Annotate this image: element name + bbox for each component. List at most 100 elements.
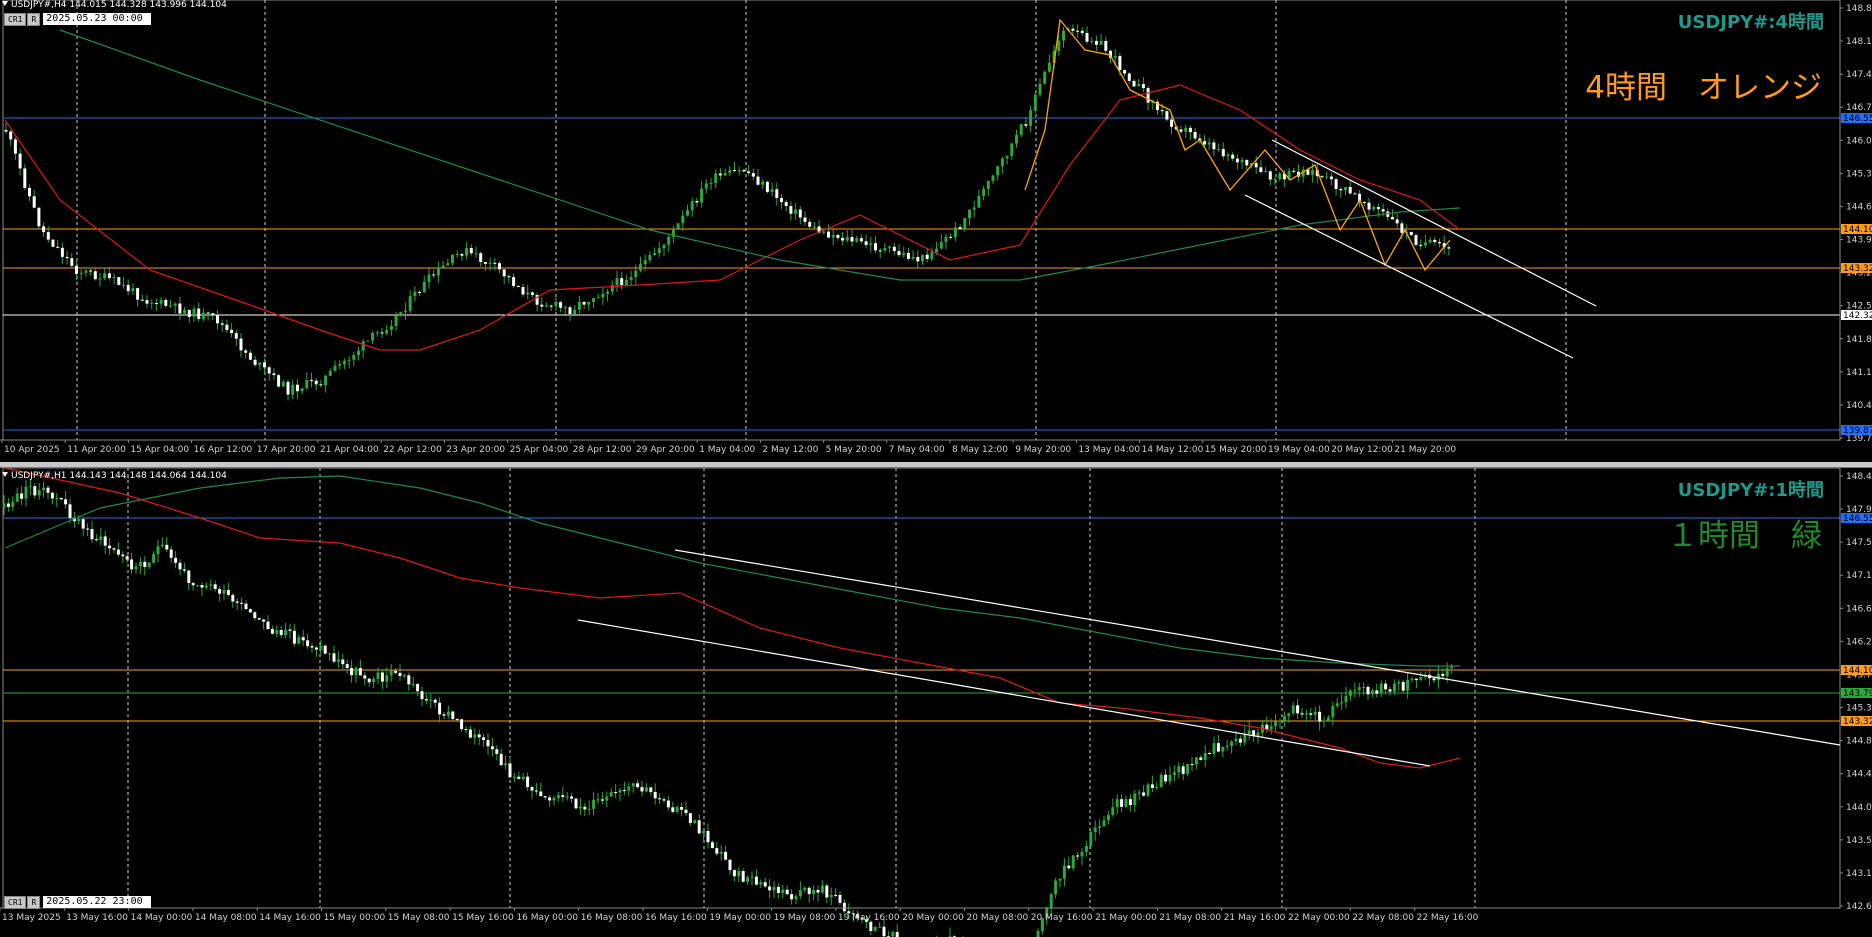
price-tag-label: 144.10 [1843,666,1872,676]
candle-body [441,265,445,268]
candle-body [1344,695,1348,703]
price-tick-label: 148.16 [1846,37,1872,47]
candle-body [178,303,182,314]
candle-body [90,529,94,540]
candle-body [1124,799,1128,807]
candle-body [653,253,657,256]
candle-body [855,238,859,242]
candle-body [216,315,219,324]
candle-body [1353,689,1357,691]
candle-body [160,544,164,547]
candle-body [1067,865,1071,869]
candle-body [829,894,833,898]
candle-body [1268,171,1272,180]
candle-body [517,776,521,779]
candle-body [1080,30,1084,34]
candle-body [695,201,699,203]
candle-body [873,926,877,932]
r-button[interactable]: R [27,896,41,909]
candle-body [244,603,248,610]
candle-body [272,373,276,376]
candle-body [798,209,802,218]
price-tag-label: 139.87 [1843,426,1872,436]
candle-body [275,630,279,634]
candle-body [79,272,83,274]
candle-body [1304,713,1308,715]
time-tick-label: 8 May 12:00 [952,445,1008,455]
candle-body [675,806,679,812]
candle-body [916,256,920,262]
candle-body [1208,752,1212,754]
candle-body [357,350,360,355]
candle-body [1000,158,1004,167]
candle-body [183,309,187,314]
candle-body [526,292,530,295]
candle-body [438,702,442,715]
time-tick-label: 19 May 04:00 [1268,445,1330,455]
candle-body [1329,176,1333,180]
h1-chart-title: USDJPY#:1時間 [1677,480,1824,501]
time-tick-label: 16 May 16:00 [645,913,707,923]
candle-body [622,790,626,792]
candle-body [601,293,605,298]
candle-body [474,253,478,255]
candle-body [173,303,177,306]
candle-body [6,503,10,507]
candle-body [939,241,943,249]
candle-body [534,790,538,792]
candle-body [543,796,547,798]
price-tick-label: 146.21 [1846,637,1872,647]
price-tick-label: 147.54 [1846,538,1872,548]
candle-body [266,621,270,630]
candle-body [822,231,826,233]
time-tick-label: 19 May 00:00 [709,913,771,923]
candle-body [112,277,116,279]
candle-body [808,221,812,227]
candle-body [1203,752,1207,760]
candle-body [878,926,882,928]
collapse-triangle-icon[interactable] [2,1,8,6]
candle-body [1221,746,1225,752]
candle-body [573,309,577,315]
h4-chart-pane[interactable]: 148.86 148.16 147.46 146.76 146.04 145.34 144.… [0,0,1872,462]
candle-body [451,254,454,264]
candle-body [1269,726,1273,730]
candle-body [834,894,838,896]
candle-body [1159,774,1163,787]
price-tick-label: 144.45 [1846,770,1872,780]
candle-body [578,806,582,809]
h1-chart-canvas[interactable]: 148.42147.98147.54147.10146.66146.21145.… [0,468,1872,937]
candle-body [1120,799,1124,807]
cr1-button[interactable]: CR1 [4,896,27,909]
candle-body [350,667,354,676]
candle-body [504,763,508,766]
candle-body [490,746,494,750]
h1-chart-pane[interactable]: 148.42147.98147.54147.10146.66146.21145.… [0,468,1872,937]
candle-body [145,300,149,304]
h1-date-value: 2025.05.22 23:00 [43,896,151,908]
candle-body [549,305,553,307]
candle-body [1291,705,1295,714]
candle-body [1340,702,1344,704]
candle-body [1137,84,1141,87]
candle-body [1177,766,1181,773]
candle-body [883,247,887,251]
candle-body [324,375,328,386]
cr1-button[interactable]: CR1 [4,13,27,26]
candle-body [891,932,895,937]
time-tick-label: 14 May 12:00 [1142,445,1204,455]
candle-body [944,236,948,242]
candle-body [1313,711,1317,715]
candle-body [253,359,257,365]
candle-body [333,365,337,371]
candle-body [1098,826,1102,828]
candle-body [554,302,558,307]
candle-body [11,501,15,507]
time-tick-label: 15 May 08:00 [388,913,450,923]
time-tick-label: 1 May 04:00 [699,445,755,455]
r-button[interactable]: R [27,13,41,26]
price-tag-label: 143.32 [1843,264,1872,274]
collapse-triangle-icon[interactable] [2,472,8,477]
candle-body [723,172,727,176]
time-tick-label: 21 Apr 04:00 [320,445,379,455]
